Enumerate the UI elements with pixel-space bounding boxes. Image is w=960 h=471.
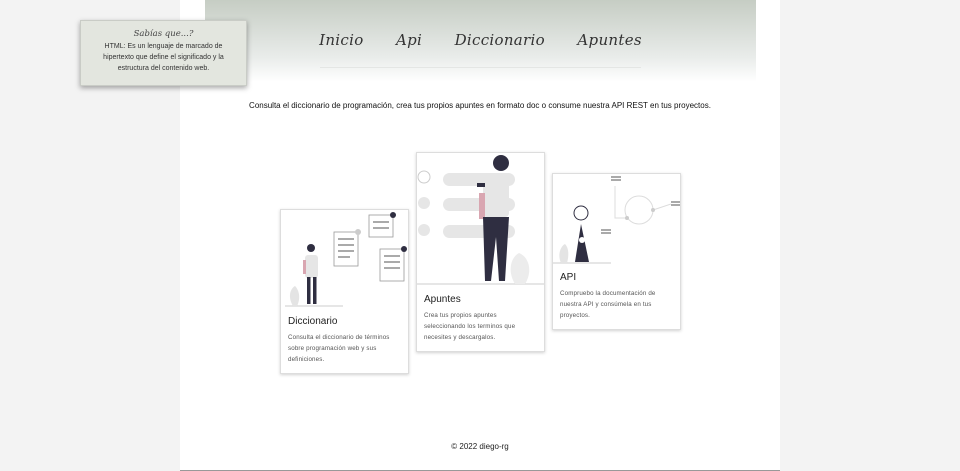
dictionary-illustration bbox=[285, 212, 407, 307]
card-title: Diccionario bbox=[288, 316, 338, 327]
nav-divider bbox=[320, 67, 641, 68]
card-title: Apuntes bbox=[424, 294, 461, 305]
card-description: Compruebo la documentación de nuestra AP… bbox=[560, 290, 656, 319]
tip-text: HTML: Es un lenguaje de marcado de hiper… bbox=[103, 43, 224, 72]
header: Inicio Api Diccionario Apuntes bbox=[205, 0, 756, 82]
card-apuntes[interactable]: Apuntes Crea tus propios apuntes selecci… bbox=[416, 152, 545, 352]
nav-diccionario[interactable]: Diccionario bbox=[455, 31, 545, 49]
api-illustration bbox=[553, 176, 680, 264]
card-title: API bbox=[560, 272, 577, 283]
card-description: Consulta el diccionario de términos sobr… bbox=[288, 334, 390, 363]
intro-text: Consulta el diccionario de programación,… bbox=[249, 101, 711, 110]
notes-illustration bbox=[417, 155, 544, 285]
nav-api[interactable]: Api bbox=[396, 31, 422, 49]
did-you-know-tooltip: Sabías que...? HTML: Es un lenguaje de m… bbox=[80, 20, 247, 86]
tip-title: Sabías que...? bbox=[133, 29, 194, 39]
footer-copyright: © 2022 diego-rg bbox=[451, 442, 509, 451]
nav-inicio[interactable]: Inicio bbox=[319, 31, 363, 49]
card-description: Crea tus propios apuntes seleccionando l… bbox=[424, 312, 516, 341]
nav-apuntes[interactable]: Apuntes bbox=[577, 31, 641, 49]
main-nav: Inicio Api Diccionario Apuntes bbox=[205, 31, 756, 50]
card-diccionario[interactable]: Diccionario Consulta el diccionario de t… bbox=[280, 209, 409, 374]
card-api[interactable]: API Compruebo la documentación de nuestr… bbox=[552, 173, 681, 330]
